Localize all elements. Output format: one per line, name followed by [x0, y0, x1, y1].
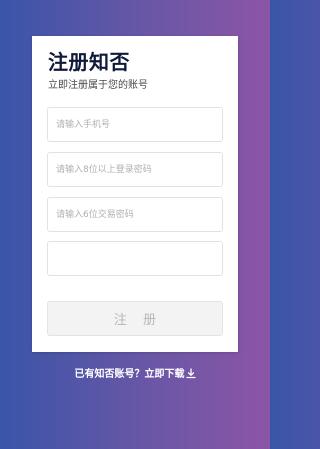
- register-card: 注册知否 立即注册属于您的账号 注 册: [32, 36, 238, 352]
- page-title: 注册知否: [48, 50, 130, 74]
- download-link-label: 已有知否账号？立即下载: [74, 369, 185, 380]
- phone-input[interactable]: [47, 107, 223, 142]
- login-password-input[interactable]: [47, 152, 223, 187]
- page-subtitle: 立即注册属于您的账号: [48, 80, 148, 91]
- download-link[interactable]: 已有知否账号？立即下载: [0, 368, 270, 384]
- download-icon: [185, 368, 196, 384]
- register-button[interactable]: 注 册: [47, 301, 223, 336]
- extra-input[interactable]: [47, 241, 223, 276]
- trade-password-input[interactable]: [47, 197, 223, 232]
